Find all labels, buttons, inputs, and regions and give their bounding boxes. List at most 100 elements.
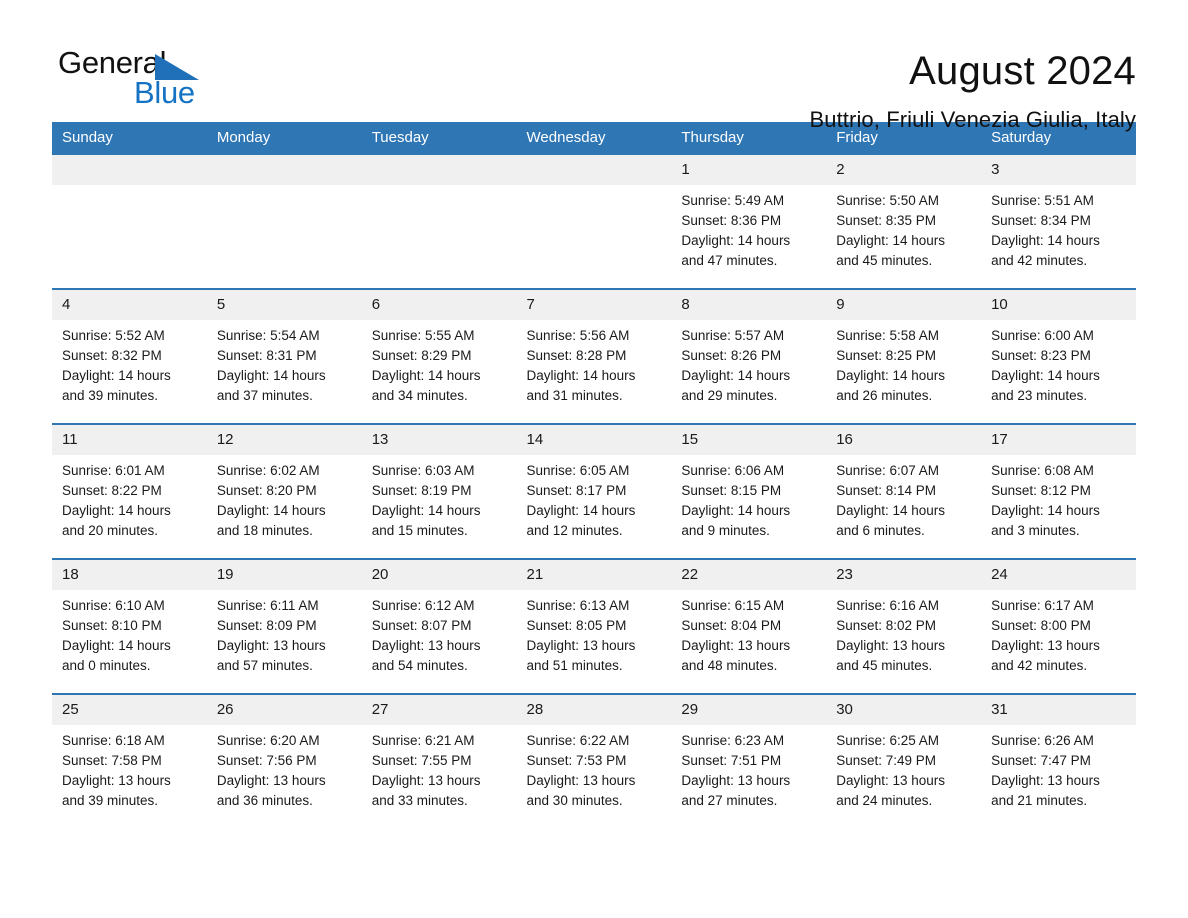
sunrise-text: Sunrise: 6:25 AM <box>836 733 940 748</box>
day-details: Sunrise: 6:22 AM Sunset: 7:53 PM Daylight:… <box>517 725 672 811</box>
daylight-text: Daylight: 13 hours and 24 minutes. <box>836 773 946 808</box>
calendar-day-cell[interactable]: 14 Sunrise: 6:05 AM Sunset: 8:17 PM Dayligh… <box>516 423 672 559</box>
sunset-text: Sunset: 7:55 PM <box>371 753 472 768</box>
sunrise-text: Sunrise: 6:10 AM <box>62 598 165 613</box>
calendar-day-cell[interactable]: 2 Sunrise: 5:50 AM Sunset: 8:35 PM Daylight… <box>826 155 982 289</box>
day-details: Sunrise: 6:11 AM Sunset: 8:09 PM Daylight:… <box>207 590 362 676</box>
calendar-day-cell[interactable]: 27 Sunrise: 6:21 AM Sunset: 7:55 PM Dayligh… <box>361 693 517 828</box>
day-details: Sunrise: 6:26 AM Sunset: 7:47 PM Daylight:… <box>981 725 1136 811</box>
day-number: 16 <box>826 425 982 455</box>
sunset-text: Sunset: 8:26 PM <box>681 348 782 363</box>
generalblue-logo[interactable]: General Blue <box>58 46 208 110</box>
calendar-day-cell[interactable]: 7 Sunrise: 5:56 AM Sunset: 8:28 PM Daylight… <box>516 288 672 424</box>
day-number: 12 <box>206 425 362 455</box>
day-number: 31 <box>981 695 1136 725</box>
calendar-day-cell[interactable]: 4 Sunrise: 5:52 AM Sunset: 8:32 PM Daylight… <box>52 288 207 424</box>
day-number: 7 <box>516 290 672 320</box>
calendar-day-cell[interactable]: 30 Sunrise: 6:25 AM Sunset: 7:49 PM Dayligh… <box>826 693 982 828</box>
sunrise-text: Sunrise: 6:26 AM <box>991 733 1094 748</box>
calendar-day-cell[interactable]: 12 Sunrise: 6:02 AM Sunset: 8:20 PM Dayligh… <box>206 423 362 559</box>
daylight-text: Daylight: 14 hours and 20 minutes. <box>62 503 171 538</box>
day-number: 24 <box>981 560 1136 590</box>
daylight-text: Daylight: 14 hours and 31 minutes. <box>526 368 636 403</box>
calendar-day-cell[interactable]: 8 Sunrise: 5:57 AM Sunset: 8:26 PM Daylight… <box>671 288 827 424</box>
sunset-text: Sunset: 8:04 PM <box>681 618 782 633</box>
calendar-day-cell[interactable]: 21 Sunrise: 6:13 AM Sunset: 8:05 PM Dayligh… <box>516 558 672 694</box>
page-header: General Blue August 2024 Buttrio, Friuli… <box>52 0 1136 133</box>
page-title: August 2024 <box>909 49 1136 93</box>
calendar-day-cell[interactable]: 10 Sunrise: 6:00 AM Sunset: 8:23 PM Dayligh… <box>981 288 1136 424</box>
calendar-day-cell-empty <box>361 155 517 289</box>
daylight-text: Daylight: 13 hours and 57 minutes. <box>216 638 326 673</box>
daylight-text: Daylight: 13 hours and 45 minutes. <box>836 638 946 673</box>
sunset-text: Sunset: 8:32 PM <box>62 348 162 363</box>
calendar-day-cell[interactable]: 6 Sunrise: 5:55 AM Sunset: 8:29 PM Daylight… <box>361 288 517 424</box>
calendar-day-cell[interactable]: 5 Sunrise: 5:54 AM Sunset: 8:31 PM Daylight… <box>206 288 362 424</box>
calendar-day-cell[interactable]: 22 Sunrise: 6:15 AM Sunset: 8:04 PM Dayligh… <box>671 558 827 694</box>
calendar-day-cell[interactable]: 26 Sunrise: 6:20 AM Sunset: 7:56 PM Dayligh… <box>206 693 362 828</box>
sunset-text: Sunset: 8:15 PM <box>681 483 782 498</box>
daylight-text: Daylight: 14 hours and 37 minutes. <box>216 368 326 403</box>
sunrise-text: Sunrise: 6:20 AM <box>216 733 320 748</box>
calendar-day-cell[interactable]: 3 Sunrise: 5:51 AM Sunset: 8:34 PM Daylight… <box>981 155 1136 289</box>
calendar-day-cell[interactable]: 13 Sunrise: 6:03 AM Sunset: 8:19 PM Dayligh… <box>361 423 517 559</box>
sunrise-text: Sunrise: 6:02 AM <box>216 463 320 478</box>
sunset-text: Sunset: 8:25 PM <box>836 348 937 363</box>
day-number: 14 <box>516 425 672 455</box>
title-block: August 2024 Buttrio, Friuli Venezia Giul… <box>208 46 1136 134</box>
day-details: Sunrise: 6:01 AM Sunset: 8:22 PM Daylight:… <box>52 455 207 541</box>
logo-text-blue: Blue <box>134 75 195 110</box>
sunrise-text: Sunrise: 6:15 AM <box>681 598 785 613</box>
day-details: Sunrise: 5:55 AM Sunset: 8:29 PM Daylight:… <box>362 320 517 406</box>
calendar-day-cell[interactable]: 25 Sunrise: 6:18 AM Sunset: 7:58 PM Dayligh… <box>52 693 207 828</box>
sunrise-text: Sunrise: 5:52 AM <box>62 328 165 343</box>
sunrise-text: Sunrise: 6:05 AM <box>526 463 630 478</box>
day-number: 13 <box>361 425 517 455</box>
calendar-day-cell[interactable]: 24 Sunrise: 6:17 AM Sunset: 8:00 PM Dayligh… <box>981 558 1136 694</box>
day-number: 2 <box>826 155 982 185</box>
calendar-day-cell[interactable]: 15 Sunrise: 6:06 AM Sunset: 8:15 PM Dayligh… <box>671 423 827 559</box>
sunrise-text: Sunrise: 6:18 AM <box>62 733 165 748</box>
calendar-day-cell[interactable]: 17 Sunrise: 6:08 AM Sunset: 8:12 PM Dayligh… <box>981 423 1136 559</box>
daylight-text: Daylight: 14 hours and 15 minutes. <box>371 503 481 538</box>
day-details: Sunrise: 6:15 AM Sunset: 8:04 PM Daylight:… <box>671 590 826 676</box>
day-number: 29 <box>671 695 827 725</box>
daylight-text: Daylight: 13 hours and 36 minutes. <box>216 773 326 808</box>
sunset-text: Sunset: 7:56 PM <box>216 753 317 768</box>
calendar-page: General Blue August 2024 Buttrio, Friuli… <box>0 0 1188 918</box>
day-number <box>206 155 362 185</box>
day-details: Sunrise: 5:54 AM Sunset: 8:31 PM Daylight:… <box>207 320 362 406</box>
calendar-day-cell[interactable]: 19 Sunrise: 6:11 AM Sunset: 8:09 PM Dayligh… <box>206 558 362 694</box>
calendar-day-cell[interactable]: 18 Sunrise: 6:10 AM Sunset: 8:10 PM Dayligh… <box>52 558 207 694</box>
calendar-day-cell[interactable]: 11 Sunrise: 6:01 AM Sunset: 8:22 PM Dayligh… <box>52 423 207 559</box>
sunset-text: Sunset: 7:51 PM <box>681 753 782 768</box>
daylight-text: Daylight: 14 hours and 9 minutes. <box>681 503 791 538</box>
calendar-week-row: 18 Sunrise: 6:10 AM Sunset: 8:10 PM Dayligh… <box>52 558 1136 694</box>
calendar-day-cell[interactable]: 28 Sunrise: 6:22 AM Sunset: 7:53 PM Dayligh… <box>516 693 672 828</box>
sunrise-text: Sunrise: 6:13 AM <box>526 598 630 613</box>
day-number: 27 <box>361 695 517 725</box>
calendar-day-cell[interactable]: 23 Sunrise: 6:16 AM Sunset: 8:02 PM Dayligh… <box>826 558 982 694</box>
calendar-day-cell[interactable]: 29 Sunrise: 6:23 AM Sunset: 7:51 PM Dayligh… <box>671 693 827 828</box>
sunset-text: Sunset: 8:14 PM <box>836 483 937 498</box>
calendar-day-cell[interactable]: 20 Sunrise: 6:12 AM Sunset: 8:07 PM Dayligh… <box>361 558 517 694</box>
sunrise-text: Sunrise: 6:06 AM <box>681 463 785 478</box>
calendar-day-cell[interactable]: 9 Sunrise: 5:58 AM Sunset: 8:25 PM Daylight… <box>826 288 982 424</box>
day-number: 5 <box>206 290 362 320</box>
day-number: 20 <box>361 560 517 590</box>
sunrise-text: Sunrise: 6:11 AM <box>216 598 319 613</box>
calendar-day-cell[interactable]: 1 Sunrise: 5:49 AM Sunset: 8:36 PM Daylight… <box>671 155 827 289</box>
daylight-text: Daylight: 13 hours and 48 minutes. <box>681 638 791 673</box>
day-details: Sunrise: 5:51 AM Sunset: 8:34 PM Daylight:… <box>981 185 1136 271</box>
sunset-text: Sunset: 7:58 PM <box>62 753 162 768</box>
day-number: 1 <box>671 155 827 185</box>
daylight-text: Daylight: 14 hours and 23 minutes. <box>991 368 1100 403</box>
calendar-day-cell[interactable]: 16 Sunrise: 6:07 AM Sunset: 8:14 PM Dayligh… <box>826 423 982 559</box>
sunrise-text: Sunrise: 5:58 AM <box>836 328 940 343</box>
day-number <box>52 155 207 185</box>
sunrise-text: Sunrise: 5:56 AM <box>526 328 630 343</box>
sunset-text: Sunset: 7:47 PM <box>991 753 1091 768</box>
day-number: 25 <box>52 695 207 725</box>
calendar-day-cell[interactable]: 31 Sunrise: 6:26 AM Sunset: 7:47 PM Dayligh… <box>981 693 1136 828</box>
daylight-text: Daylight: 14 hours and 12 minutes. <box>526 503 636 538</box>
